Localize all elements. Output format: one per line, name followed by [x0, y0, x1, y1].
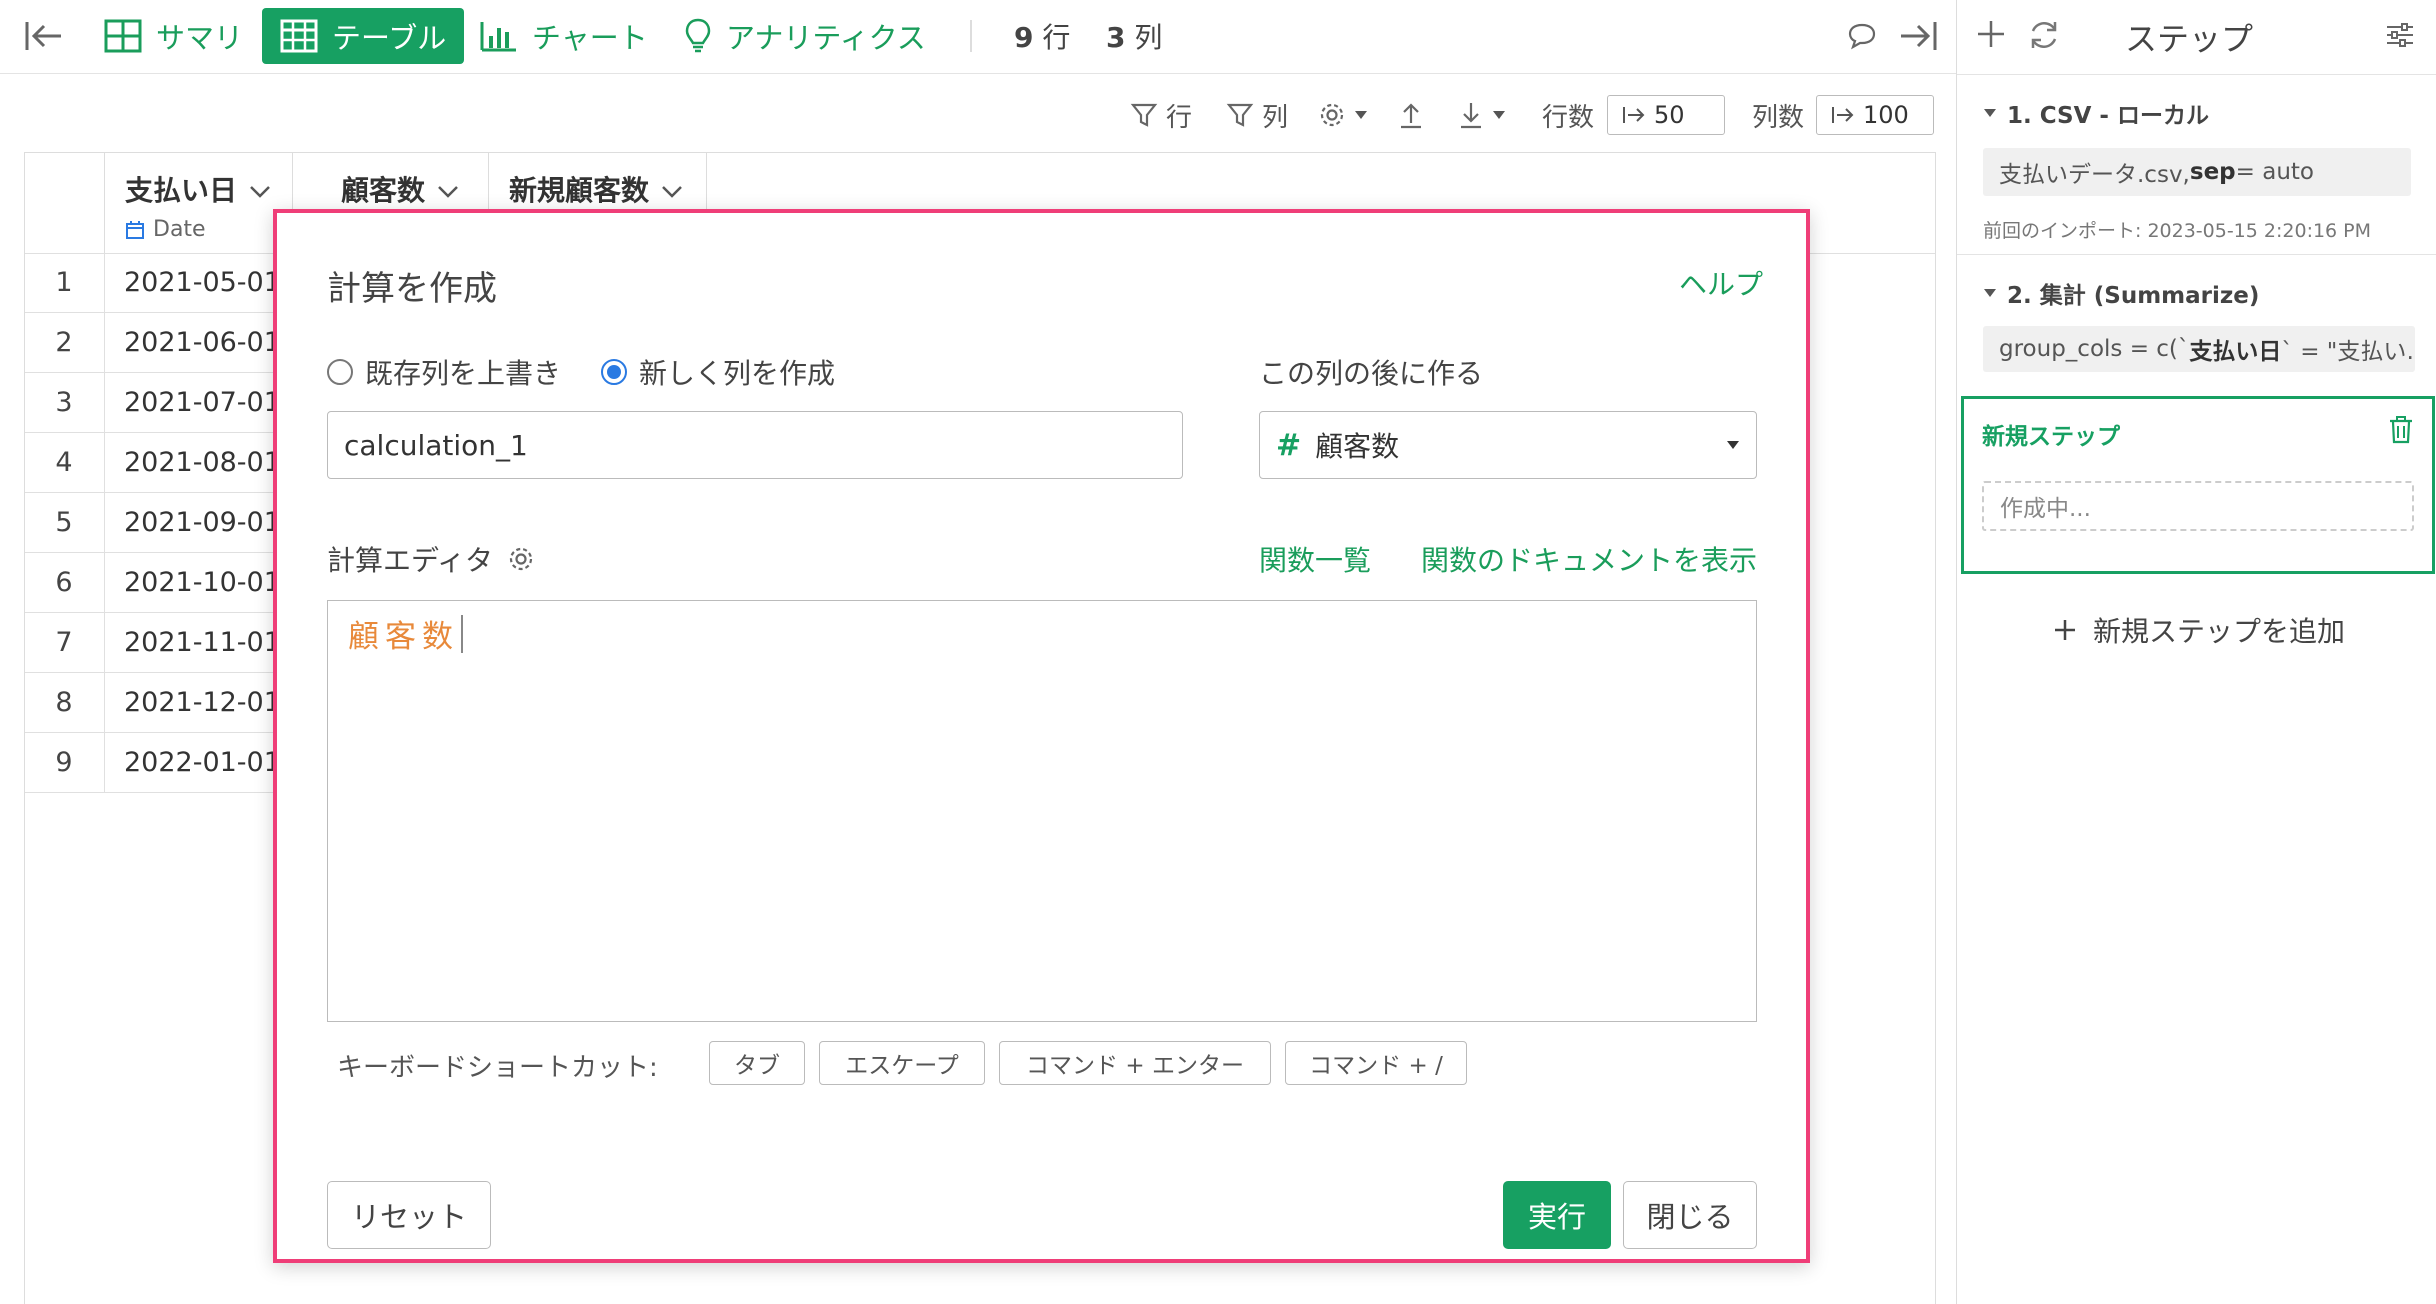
reset-button[interactable]: リセット	[327, 1181, 491, 1249]
run-button[interactable]: 実行	[1503, 1181, 1611, 1249]
caret-down-icon	[1983, 288, 1997, 298]
radio-button-selected[interactable]	[601, 359, 627, 385]
rows-limit-label: 行数	[1542, 102, 1595, 133]
after-column-label: この列の後に作る	[1259, 357, 1484, 390]
new-step-title: 新規ステップ	[1982, 424, 2120, 450]
chevron-down-icon[interactable]	[661, 185, 683, 199]
row-filter-button[interactable]: 行	[1130, 94, 1192, 136]
tab-table-label: テーブル	[332, 21, 447, 55]
panel-title: ステップ	[2125, 20, 2254, 58]
shortcut-tab: タブ	[709, 1041, 805, 1085]
column-filter-button[interactable]: 列	[1226, 94, 1288, 136]
help-link[interactable]: ヘルプ	[1679, 263, 1763, 303]
chevron-down-icon[interactable]	[249, 185, 271, 199]
summary-grid-icon	[104, 19, 142, 53]
filter-icon	[1226, 101, 1254, 129]
editor-label: 計算エディタ	[327, 539, 535, 579]
new-step-placeholder: 作成中...	[1982, 481, 2414, 531]
toolbar-divider	[970, 20, 972, 52]
function-docs-link[interactable]: 関数のドキュメントを表示	[1421, 539, 1757, 579]
collapse-right-icon[interactable]	[1898, 18, 1938, 54]
column-header-payment-date[interactable]: 支払い日 Date	[105, 153, 293, 253]
close-button[interactable]: 閉じる	[1623, 1181, 1757, 1249]
dialog-title: 計算を作成	[327, 269, 497, 309]
caret-down-icon	[1354, 110, 1368, 120]
shortcut-command-slash: コマンド + /	[1285, 1041, 1467, 1085]
function-list-link[interactable]: 関数一覧	[1259, 539, 1371, 579]
step-2-detail[interactable]: group_cols = c(` 支払い日 ` = "支払い…	[1983, 326, 2415, 372]
sliders-icon[interactable]	[2385, 20, 2415, 50]
shortcut-escape: エスケープ	[819, 1041, 985, 1085]
shortcut-command-enter: コマンド + エンター	[999, 1041, 1271, 1085]
step-1-import-time: 前回のインポート: 2023-05-15 2:20:16 PM	[1983, 220, 2372, 242]
lightbulb-icon	[684, 17, 712, 55]
tab-analytics-label: アナリティクス	[726, 21, 926, 55]
editor-code: 顧客数	[348, 611, 463, 656]
table-settings-button[interactable]	[1318, 94, 1368, 136]
text-caret	[461, 614, 463, 653]
chevron-down-icon[interactable]	[437, 185, 459, 199]
step-1-title[interactable]: 1. CSV - ローカル	[1983, 96, 2209, 130]
upload-button[interactable]	[1398, 94, 1424, 136]
calculation-editor[interactable]: 顧客数	[327, 600, 1757, 1022]
radio-overwrite-column[interactable]: 既存列を上書き	[327, 352, 561, 392]
tab-chart[interactable]: チャート	[480, 8, 648, 64]
step-1-detail[interactable]: 支払いデータ.csv, sep = auto	[1983, 148, 2411, 196]
add-step-button[interactable]: 新規ステップを追加	[2053, 610, 2345, 650]
steps-panel: ステップ 1. CSV - ローカル 支払いデータ.csv, sep = aut…	[1956, 0, 2436, 1304]
calendar-icon	[125, 220, 145, 240]
radio-button[interactable]	[327, 359, 353, 385]
gear-icon	[1318, 101, 1346, 129]
upload-icon	[1398, 101, 1424, 129]
tab-summary[interactable]: サマリ	[104, 8, 243, 64]
radio-create-new-column[interactable]: 新しく列を作成	[601, 352, 835, 392]
collapse-left-icon[interactable]	[24, 18, 64, 54]
column-name-input[interactable]: calculation_1	[327, 411, 1183, 479]
top-toolbar: サマリ テーブル チャート アナリティクス 9 行 3 列	[0, 0, 1956, 74]
plus-icon	[2053, 618, 2077, 642]
filter-icon	[1130, 101, 1158, 129]
download-icon	[1458, 101, 1484, 129]
rows-limit-input[interactable]: 50	[1607, 95, 1725, 135]
refresh-icon[interactable]	[2027, 18, 2061, 52]
tab-chart-label: チャート	[532, 21, 648, 55]
table-icon	[280, 19, 318, 53]
row-count: 9 行	[1014, 21, 1071, 54]
tab-summary-label: サマリ	[156, 21, 244, 55]
caret-down-icon	[1492, 110, 1506, 120]
cols-limit-input[interactable]: 100	[1816, 95, 1934, 135]
add-icon[interactable]	[1975, 18, 2007, 50]
arrow-right-bar-icon	[1831, 105, 1855, 125]
export-button[interactable]	[1458, 94, 1506, 136]
shortcuts-label: キーボードショートカット:	[337, 1053, 658, 1083]
new-step-card[interactable]: 新規ステップ 作成中...	[1961, 396, 2435, 574]
comment-icon[interactable]	[1846, 20, 1878, 52]
bar-chart-icon	[480, 20, 518, 52]
caret-down-icon	[1983, 108, 1997, 118]
gear-icon[interactable]	[507, 545, 535, 573]
arrow-right-bar-icon	[1622, 105, 1646, 125]
column-type: Date	[125, 217, 272, 242]
after-column-select[interactable]: # 顧客数	[1259, 411, 1757, 479]
caret-down-icon	[1726, 440, 1740, 450]
number-type-icon: #	[1276, 427, 1302, 463]
trash-icon[interactable]	[2388, 415, 2414, 445]
column-count: 3 列	[1106, 21, 1163, 54]
tab-table[interactable]: テーブル	[262, 8, 465, 64]
create-calculation-dialog: 計算を作成 ヘルプ 既存列を上書き 新しく列を作成 この列の後に作る calcu…	[273, 209, 1810, 1263]
row-number-header	[25, 153, 105, 253]
tab-analytics[interactable]: アナリティクス	[684, 8, 926, 64]
step-2-title[interactable]: 2. 集計 (Summarize)	[1983, 276, 2259, 310]
cols-limit-label: 列数	[1752, 102, 1805, 133]
